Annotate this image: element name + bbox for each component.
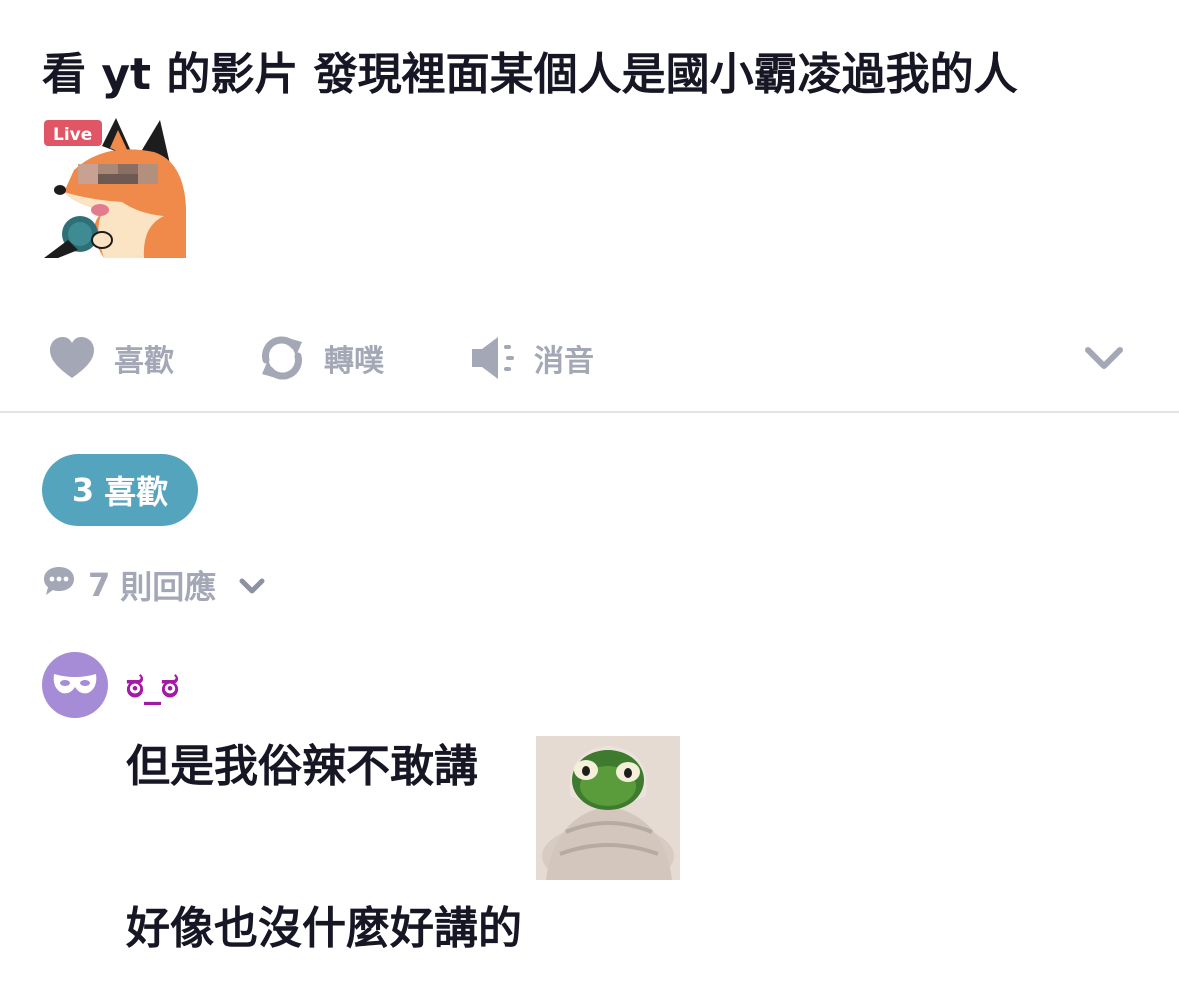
fox-live-sticker: Live — [44, 118, 186, 258]
repost-button[interactable]: 轉噗 — [258, 326, 384, 390]
replies-toggle[interactable]: 7 則回應 — [42, 562, 266, 608]
like-label: 喜歡 — [114, 344, 174, 379]
likes-count-badge[interactable]: 3 喜歡 — [42, 454, 198, 526]
repost-icon — [258, 334, 306, 382]
chevron-down-icon — [238, 566, 266, 604]
likes-label: 喜歡 — [104, 473, 169, 511]
divider — [0, 411, 1179, 413]
post-action-bar: 喜歡 轉噗 消音 — [0, 326, 1179, 390]
comment-author[interactable]: ಠ_ಠ — [126, 664, 179, 708]
mute-label: 消音 — [534, 344, 594, 379]
post-title: 看 yt 的影片 發現裡面某個人是國小霸凌過我的人 — [42, 49, 1018, 100]
more-options-button[interactable] — [1084, 326, 1124, 390]
heart-icon — [48, 336, 96, 380]
mask-icon — [52, 670, 98, 700]
frog-sticker — [536, 736, 680, 888]
likes-count: 3 — [71, 471, 95, 509]
repost-label: 轉噗 — [324, 344, 384, 379]
svg-text:Live: Live — [53, 125, 92, 145]
like-button[interactable]: 喜歡 — [48, 326, 174, 390]
comment-text: 好像也沒什麼好講的 — [126, 903, 522, 954]
chevron-down-icon — [1084, 344, 1124, 372]
replies-count: 7 — [88, 566, 111, 604]
speaker-mute-icon — [470, 335, 516, 381]
mute-button[interactable]: 消音 — [470, 326, 594, 390]
replies-label: 則回應 — [120, 568, 217, 606]
avatar[interactable] — [42, 652, 108, 718]
speech-bubble-icon — [42, 565, 76, 605]
comment-text: 但是我俗辣不敢講 — [126, 741, 478, 792]
